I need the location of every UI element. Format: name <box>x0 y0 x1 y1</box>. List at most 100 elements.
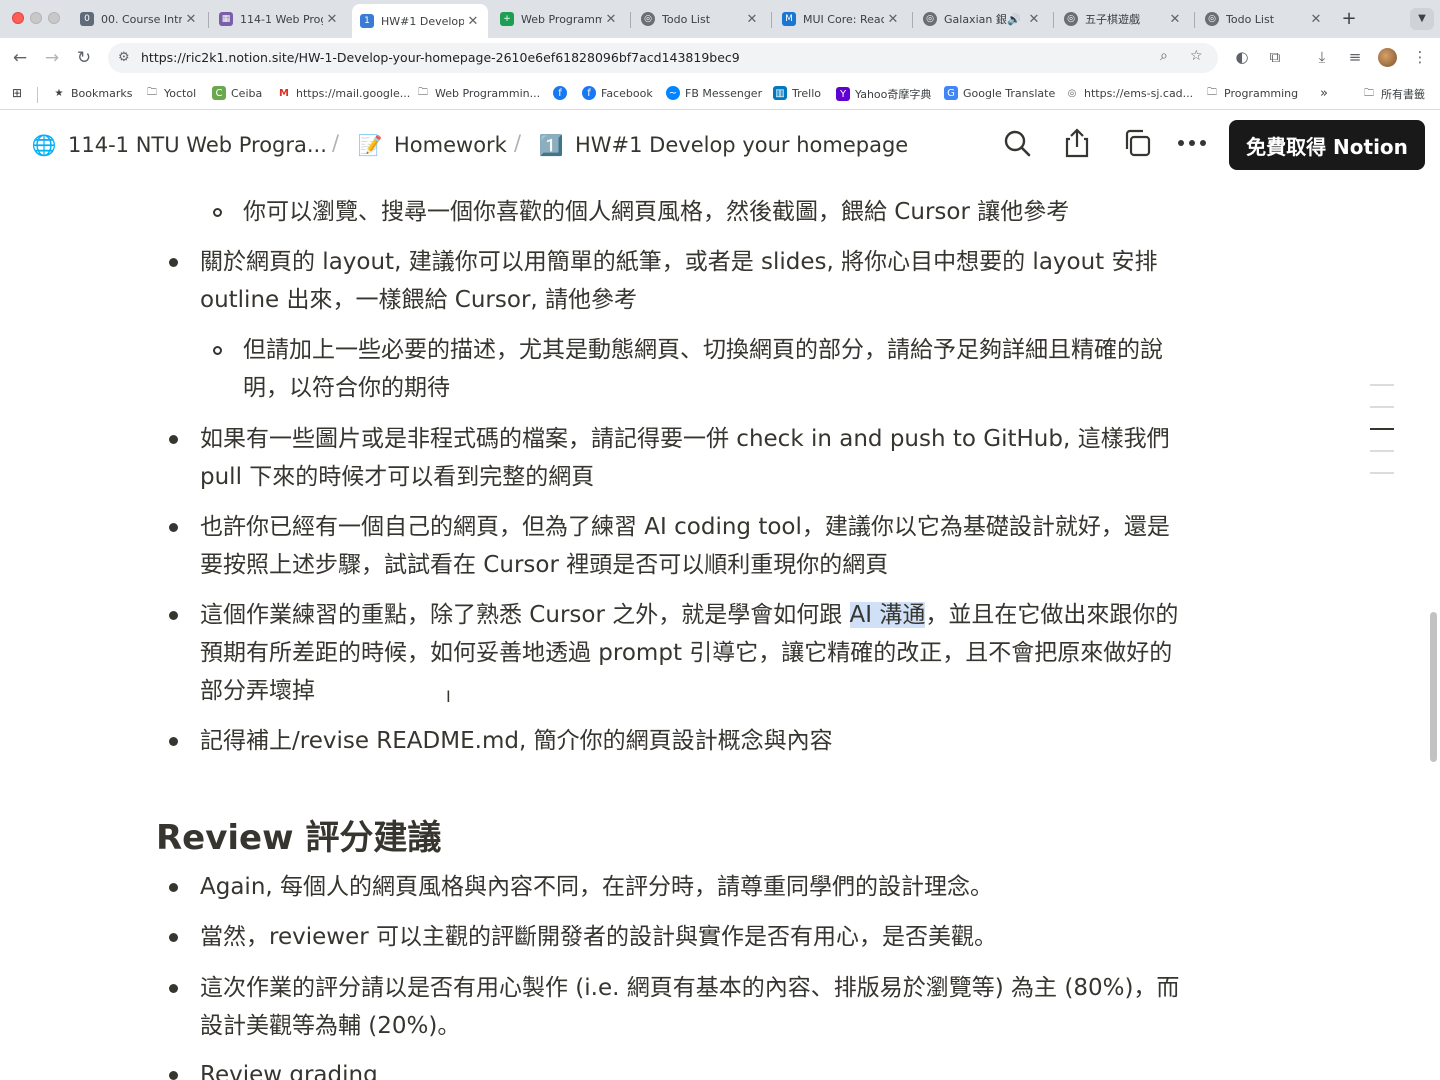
browser-tab[interactable]: ◎ Todo List ✕ <box>1197 6 1331 32</box>
maximize-window-button[interactable] <box>48 12 60 24</box>
tab-close-icon[interactable]: ✕ <box>884 12 902 27</box>
minimize-window-button[interactable] <box>30 12 42 24</box>
list-item-continuation: outline 出來，一樣餵給 Cursor, 請他參考 <box>200 287 638 313</box>
tab-divider <box>630 12 631 28</box>
share-icon[interactable] <box>1061 127 1093 159</box>
tab-close-icon[interactable]: ✕ <box>323 12 341 27</box>
tab-label: 五子棋遊戲 <box>1085 13 1140 26</box>
toc-line[interactable] <box>1370 384 1394 386</box>
bookmark-item[interactable]: G Google Translate <box>944 86 1055 100</box>
globe-icon: ◎ <box>1067 87 1077 99</box>
messenger-icon: ~ <box>666 86 680 100</box>
bookmark-item[interactable]: ▥ Trello <box>773 86 821 100</box>
text-cursor-icon: I <box>446 687 451 706</box>
tab-search-chevron-icon[interactable]: ▼ <box>1410 8 1434 30</box>
list-item: 也許你已經有一個自己的網頁，但為了練習 AI coding tool，建議你以它… <box>200 514 1170 540</box>
globe-icon: ◎ <box>923 12 937 26</box>
tab-close-icon[interactable]: ✕ <box>1025 12 1043 27</box>
list-item: 你可以瀏覽、搜尋一個你喜歡的個人網頁風格，然後截圖，餵給 Cursor 讓他參考 <box>243 199 1070 225</box>
forward-arrow-icon[interactable]: → <box>42 48 62 68</box>
menu-kebab-icon[interactable]: ⋮ <box>1410 48 1430 66</box>
more-options-icon[interactable] <box>1176 127 1208 159</box>
extension-icon[interactable]: ◐ <box>1232 48 1252 66</box>
reload-icon[interactable]: ↻ <box>74 48 94 68</box>
bullet-marker <box>169 737 178 746</box>
browser-tab[interactable]: 0 00. Course Intro ✕ <box>72 6 206 32</box>
toc-line-active[interactable] <box>1370 428 1394 430</box>
breadcrumb-workspace[interactable]: 🌐 114-1 NTU Web Progra... <box>30 131 327 159</box>
bookmark-item[interactable]: ~ FB Messenger <box>666 86 762 100</box>
tab-close-icon[interactable]: ✕ <box>743 12 761 27</box>
breadcrumb-homework[interactable]: 📝 Homework <box>356 131 507 159</box>
list-item: 但請加上一些必要的描述，尤其是動態網頁、切換網頁的部分，請給予足夠詳細且精確的說 <box>243 337 1163 363</box>
bookmark-item[interactable]: ★ Bookmarks <box>52 86 133 100</box>
new-tab-plus-icon[interactable]: + <box>1340 8 1358 29</box>
puzzle-extensions-icon[interactable]: ⧉ <box>1265 48 1285 66</box>
duplicate-icon[interactable] <box>1121 127 1153 159</box>
bullet-marker <box>169 435 178 444</box>
tab-close-icon[interactable]: ✕ <box>182 12 200 27</box>
text-selection-highlight[interactable]: AI 溝通 <box>849 602 926 628</box>
memo-icon: 📝 <box>357 133 383 157</box>
tab-label: MUI Core: React <box>803 12 884 26</box>
tab-divider <box>771 12 772 28</box>
toc-line[interactable] <box>1370 472 1394 474</box>
vertical-scrollbar-thumb[interactable] <box>1430 612 1437 762</box>
url-text[interactable]: https://ric2k1.notion.site/HW-1-Develop-… <box>141 50 740 65</box>
address-bar[interactable]: ⚙ https://ric2k1.notion.site/HW-1-Develo… <box>108 43 1218 73</box>
tab-close-icon[interactable]: ✕ <box>602 12 620 27</box>
translate-icon: G <box>944 86 958 100</box>
back-arrow-icon[interactable]: ← <box>10 48 30 68</box>
site-info-icon[interactable]: ⚙ <box>118 50 130 65</box>
bullet-marker <box>169 1071 178 1080</box>
breadcrumb-current-page[interactable]: 1️⃣ HW#1 Develop your homepage <box>537 131 909 159</box>
bookmark-item[interactable]: f Facebook <box>582 86 653 100</box>
bookmark-star-icon[interactable]: ☆ <box>1190 48 1203 64</box>
bookmarks-bar: ⊞ ★ Bookmarks 🗀 Yoctol C Ceiba Mhttps://mai… <box>0 78 1440 110</box>
all-bookmarks-folder[interactable]: 🗀 所有書籤 <box>1362 86 1425 102</box>
bookmark-folder[interactable]: 🗀 Yoctol <box>145 86 196 100</box>
search-icon[interactable] <box>1001 127 1033 159</box>
section-heading: Review 評分建議 <box>156 818 442 858</box>
tab-label: 114-1 Web Programming <box>240 12 323 26</box>
breadcrumb-label: Homework <box>394 133 507 157</box>
globe-icon: 🌐 <box>31 133 57 157</box>
media-control-icon[interactable]: ≡ <box>1345 48 1365 66</box>
keycap-one-icon: 1️⃣ <box>538 133 564 157</box>
download-icon[interactable]: ⤓ <box>1312 48 1332 66</box>
bullet-marker <box>169 883 178 892</box>
zoom-icon[interactable]: ⌕ <box>1160 48 1168 64</box>
list-item: 這次作業的評分請以是否有用心製作 (i.e. 網頁有基本的內容、排版易於瀏覽等)… <box>200 975 1180 1001</box>
toc-line[interactable] <box>1370 406 1394 408</box>
tab-close-icon[interactable]: ✕ <box>1307 12 1325 27</box>
bookmark-item[interactable]: ◎ https://ems-sj.cad... <box>1065 86 1194 100</box>
bookmark-item[interactable]: Mhttps://mail.google... <box>277 86 410 100</box>
bookmarks-overflow-icon[interactable]: » <box>1320 86 1328 101</box>
browser-tab-active[interactable]: 1 HW#1 Develop ✕ <box>352 4 488 38</box>
bookmark-folder[interactable]: 🗀 Programming <box>1205 86 1298 100</box>
toc-line[interactable] <box>1370 450 1394 452</box>
tab-close-icon[interactable]: ✕ <box>464 14 482 29</box>
browser-tab[interactable]: + Web Programming ✕ <box>492 6 626 32</box>
browser-tab[interactable]: M MUI Core: React ✕ <box>774 6 908 32</box>
profile-avatar[interactable] <box>1378 48 1397 67</box>
tab-label: 00. Course Intro <box>101 12 182 26</box>
close-window-button[interactable] <box>12 12 24 24</box>
bookmark-folder[interactable]: 🗀 Web Programmin... <box>416 86 540 100</box>
browser-tab[interactable]: ◎ 五子棋遊戲 ✕ <box>1056 6 1190 32</box>
notion-topbar: 🌐 114-1 NTU Web Progra... / 📝 Homework /… <box>0 111 1440 179</box>
browser-tab[interactable]: ◎ Galaxian 銀 🔊 ✕ <box>915 6 1049 32</box>
tab-close-icon[interactable]: ✕ <box>1166 12 1184 27</box>
browser-tab[interactable]: ◎ Todo List ✕ <box>633 6 767 32</box>
browser-tab[interactable]: ▦ 114-1 Web Programming ✕ <box>211 6 347 32</box>
speaker-icon[interactable]: 🔊 <box>1007 13 1021 26</box>
bullet-marker <box>169 258 178 267</box>
bookmark-item[interactable]: f <box>553 86 572 100</box>
apps-grid-icon[interactable]: ⊞ <box>10 86 29 100</box>
get-notion-free-button[interactable]: 免費取得 Notion <box>1229 120 1425 170</box>
tab-divider <box>208 12 209 28</box>
star-icon: ★ <box>54 87 64 99</box>
bookmark-item[interactable]: Y Yahoo奇摩字典 <box>836 86 931 102</box>
browser-tab-bar: 0 00. Course Intro ✕ ▦ 114-1 Web Program… <box>0 0 1440 38</box>
bookmark-item[interactable]: C Ceiba <box>212 86 262 100</box>
